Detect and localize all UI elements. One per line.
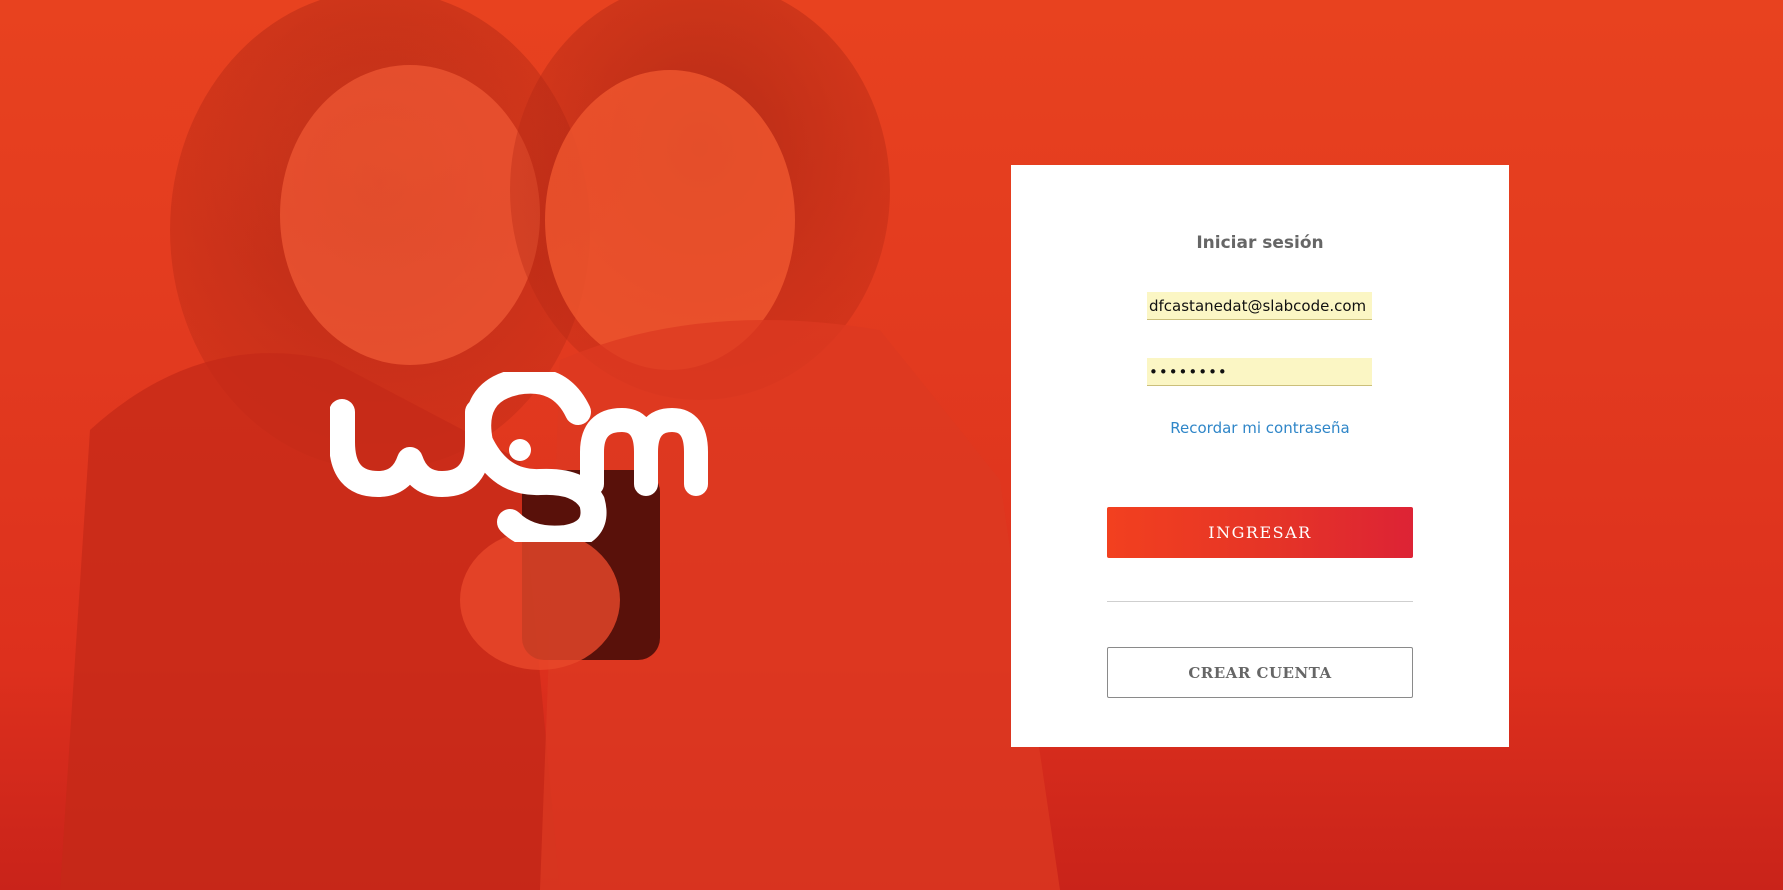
forgot-password-link[interactable]: Recordar mi contraseña — [1011, 419, 1509, 437]
divider — [1107, 601, 1413, 602]
email-field[interactable] — [1147, 292, 1372, 320]
hero-illustration — [60, 0, 1060, 890]
login-card: Iniciar sesión Recordar mi contraseña IN… — [1011, 165, 1509, 747]
password-field[interactable] — [1147, 358, 1372, 386]
hero-photo — [0, 0, 1783, 890]
wsm-logo — [329, 367, 710, 552]
login-button[interactable]: INGRESAR — [1107, 507, 1413, 558]
wsm-logo-mark — [329, 367, 708, 552]
login-title: Iniciar sesión — [1196, 233, 1324, 253]
create-account-button[interactable]: CREAR CUENTA — [1107, 647, 1413, 698]
